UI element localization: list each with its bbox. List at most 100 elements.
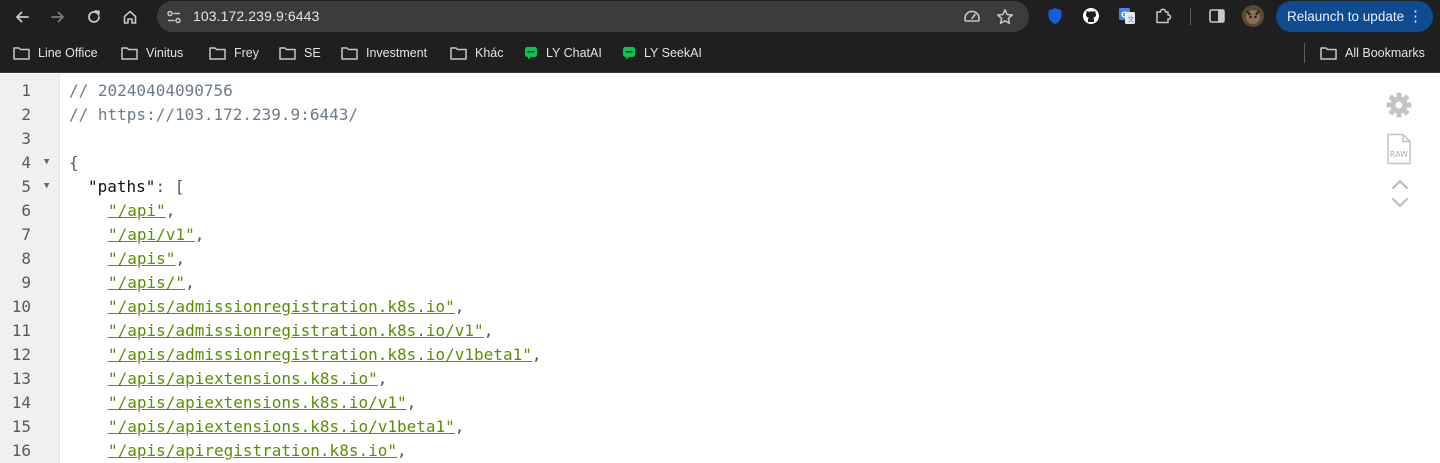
bookmark-se[interactable]: SE xyxy=(279,44,321,62)
tune-icon[interactable] xyxy=(165,8,183,26)
profile-avatar[interactable] xyxy=(1242,5,1264,27)
line-number: 8 xyxy=(21,249,31,268)
address-bar[interactable]: 103.172.239.9:6443 xyxy=(157,1,1029,32)
comma: , xyxy=(483,321,494,340)
code-line: 4 ▼ { xyxy=(0,150,1360,174)
bookmark-ly-chatai[interactable]: LY ChatAI xyxy=(524,44,602,62)
line-number: 5 xyxy=(21,177,31,196)
path-link[interactable]: "/api" xyxy=(108,201,166,220)
folder-icon xyxy=(121,47,138,60)
line-number: 7 xyxy=(21,225,31,244)
code-line: 5 ▼ "paths": [ xyxy=(0,174,1360,198)
comma: , xyxy=(406,393,417,412)
url-text[interactable]: 103.172.239.9:6443 xyxy=(193,8,319,24)
github-icon[interactable] xyxy=(1081,6,1101,26)
path-link[interactable]: "/apis/admissionregistration.k8s.io/v1be… xyxy=(108,345,532,364)
line-number: 6 xyxy=(21,201,31,220)
bookmark-frey[interactable]: Frey xyxy=(209,44,259,62)
code-line: 11 "/apis/admissionregistration.k8s.io/v1… xyxy=(0,318,1360,342)
line-number: 3 xyxy=(21,129,31,148)
comma: , xyxy=(454,417,465,436)
puzzle-extensions-icon[interactable] xyxy=(1153,6,1173,26)
star-icon[interactable] xyxy=(996,8,1014,26)
code-line: 10 "/apis/admissionregistration.k8s.io", xyxy=(0,294,1360,318)
path-link[interactable]: "/apis/apiextensions.k8s.io" xyxy=(108,369,378,388)
path-entry: "/apis/", xyxy=(108,273,195,292)
path-entry: "/apis/admissionregistration.k8s.io/v1be… xyxy=(108,345,541,364)
path-entry: "/apis/apiextensions.k8s.io/v1", xyxy=(108,393,416,412)
collapse-toggle-icon[interactable]: ▼ xyxy=(44,157,49,167)
line-number: 14 xyxy=(11,393,31,412)
comment-url: // https://103.172.239.9:6443/ xyxy=(69,105,358,124)
shield-extension-icon[interactable] xyxy=(1045,6,1065,26)
line-number: 9 xyxy=(21,273,31,292)
path-link[interactable]: "/apis/apiextensions.k8s.io/v1beta1" xyxy=(108,417,455,436)
bookmarks-bar: Line Office Vinitus Frey SE Investment K… xyxy=(0,33,1440,73)
toolbar-divider xyxy=(1190,8,1191,25)
line-number: 1 xyxy=(21,81,31,100)
reload-icon xyxy=(88,10,100,23)
comma: , xyxy=(531,345,542,364)
bookmark-label: Investment xyxy=(366,46,428,60)
line-number: 4 xyxy=(21,153,31,172)
comma: , xyxy=(194,225,205,244)
key-separator: : xyxy=(155,177,175,196)
arrow-right-icon xyxy=(51,11,64,23)
bookmark-investment[interactable]: Investment xyxy=(341,44,427,62)
path-link[interactable]: "/apis/apiextensions.k8s.io/v1" xyxy=(108,393,407,412)
open-bracket: [ xyxy=(174,177,185,196)
translate-icon[interactable]: G文 xyxy=(1117,6,1137,26)
all-bookmarks-label: All Bookmarks xyxy=(1345,46,1425,60)
collapse-toggle-icon[interactable]: ▼ xyxy=(44,181,49,191)
code-line: 6 "/api", xyxy=(0,198,1360,222)
back-button[interactable] xyxy=(9,4,35,30)
svg-text:文: 文 xyxy=(1128,15,1135,24)
code-line: 9 "/apis/", xyxy=(0,270,1360,294)
bookmark-line-office[interactable]: Line Office xyxy=(13,44,98,62)
reload-button[interactable] xyxy=(81,4,107,30)
bookmarks-divider xyxy=(1304,43,1305,63)
forward-button[interactable] xyxy=(45,4,71,30)
comma: , xyxy=(175,249,186,268)
open-brace: { xyxy=(69,153,79,172)
bookmark-label: SE xyxy=(304,46,321,60)
bookmark-khac[interactable]: Khác xyxy=(450,44,504,62)
bookmark-vinitus[interactable]: Vinitus xyxy=(121,44,183,62)
gear-icon[interactable] xyxy=(1385,91,1413,119)
home-button[interactable] xyxy=(117,4,143,30)
line-number: 11 xyxy=(11,321,31,340)
line-number: 16 xyxy=(11,441,31,460)
comma: , xyxy=(165,201,176,220)
path-entry: "/api", xyxy=(108,201,175,220)
bookmark-ly-seekai[interactable]: LY SeekAI xyxy=(622,44,702,62)
speedometer-icon[interactable] xyxy=(963,8,981,26)
bookmark-label: Vinitus xyxy=(146,46,184,60)
kebab-menu-icon[interactable]: ⋮ xyxy=(1408,7,1423,25)
code-line: 8 "/apis", xyxy=(0,246,1360,270)
code-line: 15 "/apis/apiextensions.k8s.io/v1beta1", xyxy=(0,414,1360,438)
path-link[interactable]: "/apis" xyxy=(108,249,175,268)
path-entry: "/apis/admissionregistration.k8s.io", xyxy=(108,297,464,316)
browser-toolbar: 103.172.239.9:6443 G文 Relaunch to update… xyxy=(0,0,1440,33)
relaunch-button[interactable]: Relaunch to update ⋮ xyxy=(1276,1,1433,32)
path-entry: "/apis/apiregistration.k8s.io", xyxy=(108,441,407,460)
chevron-down-icon[interactable] xyxy=(1391,197,1409,209)
code-line: 1 // 20240404090756 xyxy=(0,78,1360,102)
line-number: 15 xyxy=(11,417,31,436)
json-key: "paths" xyxy=(88,177,156,196)
code-line: 16 "/apis/apiregistration.k8s.io", xyxy=(0,438,1360,462)
path-link[interactable]: "/apis/admissionregistration.k8s.io/v1" xyxy=(108,321,484,340)
path-link[interactable]: "/apis/apiregistration.k8s.io" xyxy=(108,441,397,460)
chevron-up-icon[interactable] xyxy=(1391,178,1409,190)
path-link[interactable]: "/apis/admissionregistration.k8s.io" xyxy=(108,297,455,316)
path-link[interactable]: "/api/v1" xyxy=(108,225,195,244)
side-panel-icon[interactable] xyxy=(1207,6,1227,26)
folder-icon xyxy=(1320,47,1337,60)
path-link[interactable]: "/apis/" xyxy=(108,273,185,292)
code-line: 3 xyxy=(0,126,1360,150)
path-entry: "/apis/apiextensions.k8s.io/v1beta1", xyxy=(108,417,464,436)
code-line: 7 "/api/v1", xyxy=(0,222,1360,246)
all-bookmarks-button[interactable]: All Bookmarks xyxy=(1320,44,1425,62)
raw-file-icon[interactable]: RAW xyxy=(1386,133,1412,165)
json-viewer: 1 // 20240404090756 2 // https://103.172… xyxy=(0,74,1440,463)
